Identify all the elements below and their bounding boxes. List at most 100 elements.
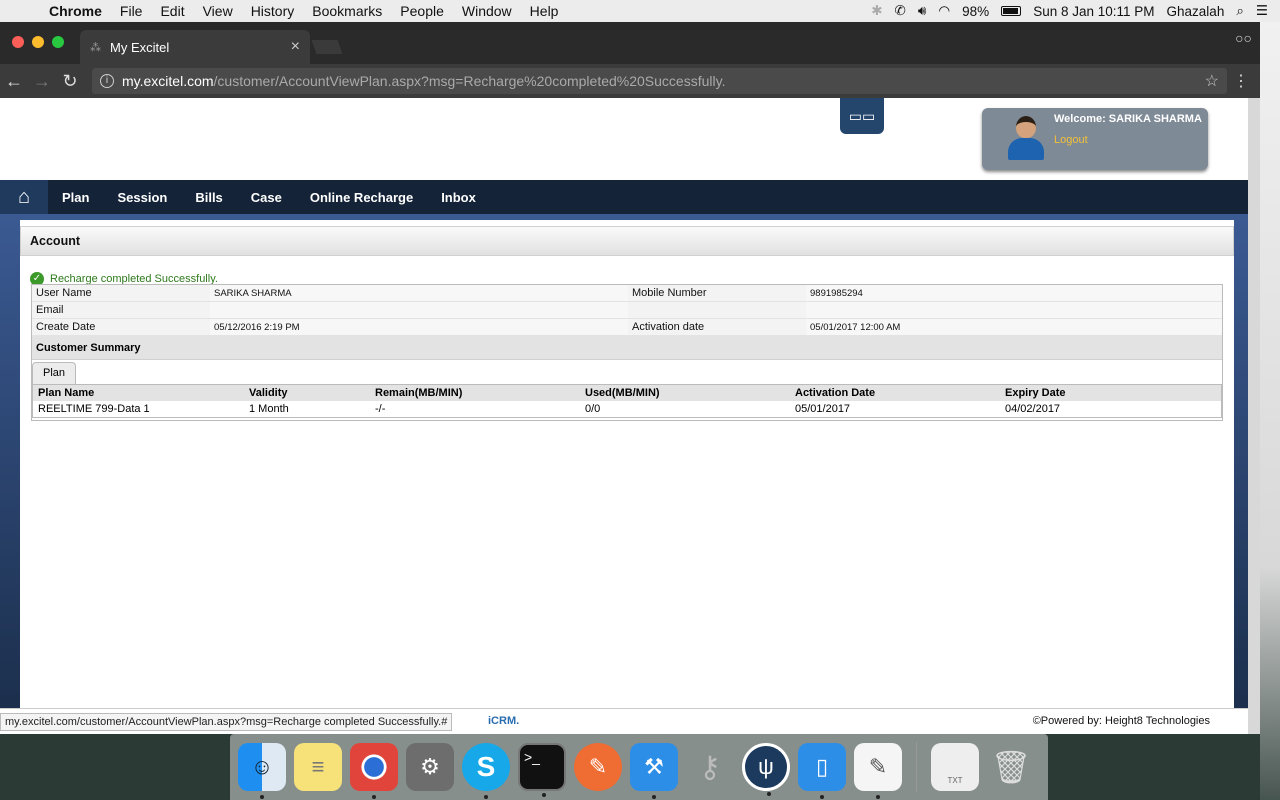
nav-session[interactable]: Session (103, 190, 181, 205)
system-preferences-icon[interactable]: ⚙ (406, 743, 454, 791)
activation-date-value: 05/01/2017 12:00 AM (806, 319, 1222, 335)
new-tab-button[interactable] (311, 40, 343, 54)
tab-strip: ⁂ My Excitel × ○○ (0, 22, 1260, 64)
page-footer: my.excitel.com/customer/AccountViewPlan.… (0, 708, 1248, 734)
nav-online-recharge[interactable]: Online Recharge (296, 190, 427, 205)
menu-window[interactable]: Window (453, 3, 521, 19)
desktop-background (1260, 22, 1280, 800)
web-page: ▭▭ Welcome: SARIKA SHARMA Logout ⌂ Plan … (0, 98, 1248, 734)
main-nav: ⌂ Plan Session Bills Case Online Recharg… (0, 180, 1248, 214)
user-name[interactable]: Ghazalah (1167, 4, 1225, 19)
bookmark-star-icon[interactable]: ☆ (1205, 71, 1219, 91)
terminal-icon[interactable]: >_ (518, 743, 566, 797)
empty-cell (628, 302, 806, 318)
email-value (210, 302, 628, 318)
activation-date-label: Activation date (632, 321, 705, 333)
skype-icon[interactable]: S (462, 743, 510, 799)
nav-plan[interactable]: Plan (48, 190, 103, 205)
spotlight-search-icon[interactable]: ⌕ (1236, 3, 1244, 19)
menu-edit[interactable]: Edit (151, 3, 193, 19)
xcode-icon[interactable]: ⚒ (630, 743, 678, 799)
chrome-window: ⁂ My Excitel × ○○ ← → ↻ i my.excitel.com… (0, 22, 1260, 734)
info-icon[interactable]: i (100, 74, 114, 88)
reload-icon[interactable]: ↻ (56, 71, 84, 92)
page-scrollbar[interactable] (1248, 98, 1260, 734)
cell-remain: -/- (375, 403, 386, 415)
tab-plan[interactable]: Plan (32, 362, 76, 384)
site-header: ▭▭ Welcome: SARIKA SHARMA Logout (0, 98, 1248, 180)
cell-plan-name: REELTIME 799-Data 1 (38, 403, 150, 415)
col-validity: Validity (249, 387, 288, 399)
trash-icon[interactable]: 🗑︎ (987, 743, 1035, 791)
menu-file[interactable]: File (111, 3, 152, 19)
status-bubble-url: my.excitel.com/customer/AccountViewPlan.… (0, 713, 453, 731)
empty-cell (806, 302, 1222, 318)
account-info-table: User Name SARIKA SHARMA Mobile Number 98… (31, 284, 1223, 421)
back-icon[interactable]: ← (0, 71, 28, 92)
bluetooth-icon[interactable]: ✱ (871, 3, 882, 19)
textedit-icon[interactable]: ✎ (854, 743, 902, 799)
volume-icon[interactable]: 🔊︎ (918, 3, 927, 19)
chrome-icon[interactable] (350, 743, 398, 799)
cell-activation-date: 05/01/2017 (795, 403, 851, 415)
mobile-value: 9891985294 (806, 285, 1222, 301)
forward-icon[interactable]: → (28, 71, 56, 92)
tab-row: Plan (32, 360, 1222, 384)
nav-bills[interactable]: Bills (181, 190, 236, 205)
table-row: REELTIME 799-Data 1 1 Month -/- 0/0 05/0… (33, 401, 1221, 417)
battery-icon[interactable] (1001, 6, 1022, 16)
simulator-icon[interactable]: ▯ (798, 743, 846, 799)
menu-chrome[interactable]: Chrome (40, 3, 111, 19)
user-name-label: User Name (36, 287, 92, 299)
close-window-button[interactable] (12, 36, 24, 48)
dock-separator (916, 742, 917, 792)
chrome-menu-icon[interactable]: ⋮ (1227, 71, 1255, 91)
macos-dock: ☺ ≡ ⚙ S >_ ✎ ⚒ ⚷ ψ ▯ ✎ TXT 🗑︎ (230, 734, 1048, 800)
menu-history[interactable]: History (242, 3, 304, 19)
info-row: User Name SARIKA SHARMA Mobile Number 98… (32, 285, 1222, 302)
menu-help[interactable]: Help (521, 3, 568, 19)
menu-bookmarks[interactable]: Bookmarks (303, 3, 391, 19)
content-background: Account ✓ Recharge completed Successfull… (0, 214, 1248, 734)
notes-icon[interactable]: ≡ (294, 743, 342, 791)
finder-icon[interactable]: ☺ (238, 743, 286, 799)
address-bar[interactable]: i my.excitel.com /customer/AccountViewPl… (92, 68, 1227, 94)
create-date-label: Create Date (36, 321, 96, 333)
clock[interactable]: Sun 8 Jan 10:11 PM (1033, 4, 1154, 19)
wifi-icon[interactable]: ◠ (938, 3, 950, 19)
icrm-link[interactable]: iCRM. (488, 715, 519, 727)
home-icon[interactable]: ⌂ (0, 180, 48, 214)
user-avatar (1006, 114, 1046, 162)
cell-expiry-date: 04/02/2017 (1005, 403, 1061, 415)
menu-view[interactable]: View (194, 3, 242, 19)
close-tab-icon[interactable]: × (291, 38, 300, 56)
txt-file-icon[interactable]: TXT (931, 743, 979, 791)
nav-inbox[interactable]: Inbox (427, 190, 490, 205)
minimize-window-button[interactable] (32, 36, 44, 48)
tab-title: My Excitel (110, 39, 170, 55)
notification-center-icon[interactable]: ☰ (1256, 3, 1268, 19)
col-used: Used(MB/MIN) (585, 387, 660, 399)
browser-tab[interactable]: ⁂ My Excitel × (80, 30, 310, 64)
account-panel: Account ✓ Recharge completed Successfull… (20, 220, 1234, 734)
phone-icon[interactable]: ✆ (895, 3, 906, 19)
postman-icon[interactable]: ✎ (574, 743, 622, 791)
info-row: Email (32, 302, 1222, 319)
zoom-window-button[interactable] (52, 36, 64, 48)
mobile-label: Mobile Number (632, 287, 707, 299)
info-row: Create Date 05/12/2016 2:19 PM Activatio… (32, 319, 1222, 336)
url-host: my.excitel.com (122, 73, 214, 89)
sourcetree-icon[interactable]: ψ (742, 743, 790, 796)
macos-menu-bar: Chrome File Edit View History Bookmarks … (0, 0, 1280, 22)
cell-validity: 1 Month (249, 403, 289, 415)
cell-used: 0/0 (585, 403, 601, 415)
logout-link[interactable]: Logout (1054, 134, 1088, 146)
col-activation-date: Activation Date (795, 387, 876, 399)
keychain-icon[interactable]: ⚷ (686, 743, 734, 791)
col-remain: Remain(MB/MIN) (375, 387, 463, 399)
chat-icon[interactable]: ▭▭ (840, 98, 884, 134)
nav-case[interactable]: Case (237, 190, 296, 205)
welcome-text: Welcome: SARIKA SHARMA (1054, 113, 1202, 125)
url-path: /customer/AccountViewPlan.aspx?msg=Recha… (213, 73, 726, 89)
menu-people[interactable]: People (391, 3, 453, 19)
